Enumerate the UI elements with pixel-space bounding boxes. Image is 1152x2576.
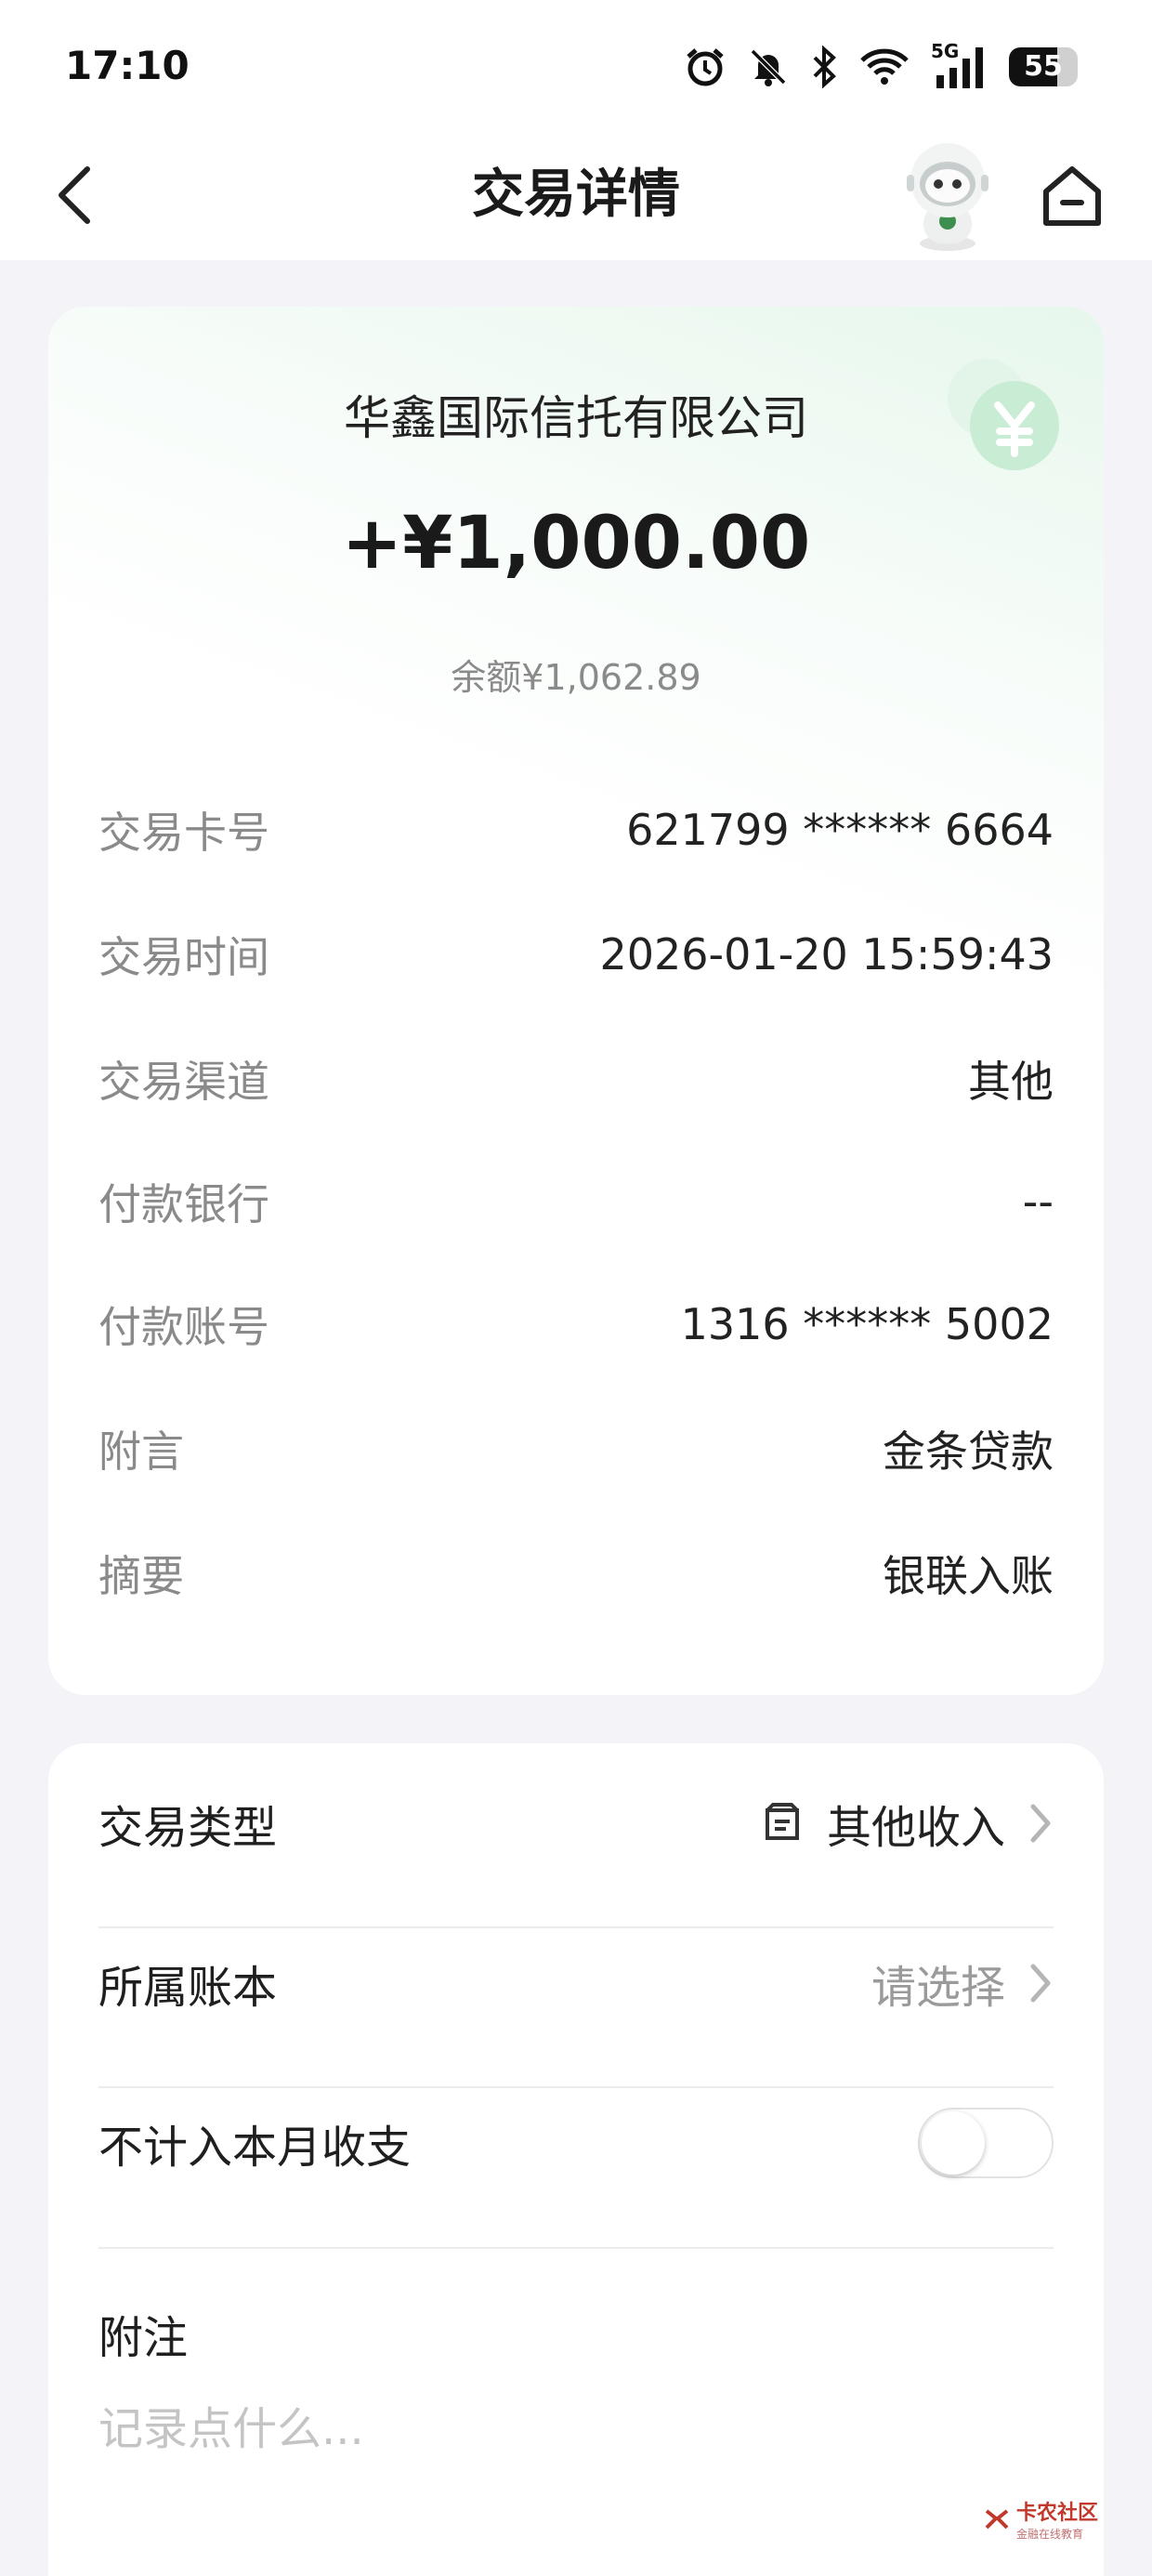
ledger-row[interactable]: 所属账本 请选择 bbox=[98, 1903, 1054, 2063]
detail-value: 1316 ****** 5002 bbox=[680, 1299, 1054, 1349]
detail-row-summary: 摘要 银联入账 bbox=[98, 1541, 1054, 1606]
transaction-type-value: 其他收入 bbox=[826, 1802, 1005, 1854]
detail-row-card-number: 交易卡号 621799 ****** 6664 bbox=[98, 797, 1054, 862]
exclude-month-label: 不计入本月收支 bbox=[98, 2122, 412, 2174]
note-label: 附注 bbox=[98, 2312, 189, 2364]
category-tag-icon bbox=[760, 1799, 805, 1847]
detail-row-payer-account: 付款账号 1316 ****** 5002 bbox=[98, 1292, 1054, 1357]
status-icons: 5G 55 bbox=[684, 40, 1078, 93]
detail-label: 付款账号 bbox=[98, 1302, 269, 1352]
detail-row-time: 交易时间 2026-01-20 15:59:43 bbox=[98, 922, 1054, 987]
ledger-label: 所属账本 bbox=[98, 1962, 278, 2014]
alarm-icon bbox=[684, 46, 727, 88]
home-button[interactable] bbox=[1033, 156, 1111, 234]
watermark-logo-icon bbox=[985, 2508, 1009, 2529]
watermark-text: 卡农社区 bbox=[1016, 2502, 1099, 2525]
ledger-value: 请选择 bbox=[871, 1962, 1005, 2014]
exclude-month-toggle[interactable] bbox=[918, 2108, 1054, 2178]
transaction-type-row[interactable]: 交易类型 其他收入 bbox=[98, 1743, 1054, 1903]
balance-text: 余额¥1,062.89 bbox=[451, 657, 701, 698]
watermark-sub: 金融在线教育 bbox=[1016, 2528, 1084, 2541]
watermark: 卡农社区 金融在线教育 bbox=[983, 2496, 1098, 2542]
detail-value: 金条贷款 bbox=[883, 1426, 1054, 1477]
detail-value: 其他 bbox=[968, 1057, 1054, 1107]
chevron-right-icon bbox=[1030, 1804, 1051, 1843]
mascot-robot-icon[interactable] bbox=[892, 134, 1003, 255]
detail-label: 交易时间 bbox=[98, 932, 269, 982]
note-input[interactable] bbox=[98, 2403, 1028, 2455]
status-time: 17:10 bbox=[65, 43, 190, 88]
payee-name: 华鑫国际信托有限公司 bbox=[344, 391, 808, 445]
transaction-card: 华鑫国际信托有限公司 +¥1,000.00 余额¥1,062.89 交易卡号 6… bbox=[48, 307, 1104, 1695]
battery-level: 55 bbox=[1024, 50, 1063, 83]
detail-row-payer-bank: 付款银行 -- bbox=[98, 1169, 1054, 1234]
bluetooth-icon bbox=[810, 46, 838, 88]
detail-label: 交易卡号 bbox=[98, 808, 269, 858]
detail-row-postscript: 附言 金条贷款 bbox=[98, 1416, 1054, 1481]
detail-label: 摘要 bbox=[98, 1551, 184, 1601]
transaction-type-label: 交易类型 bbox=[98, 1802, 278, 1854]
detail-label: 附言 bbox=[98, 1426, 184, 1477]
divider bbox=[98, 2247, 1054, 2249]
nav-bar: 交易详情 bbox=[0, 130, 1152, 260]
mute-bell-icon bbox=[747, 46, 790, 88]
detail-label: 交易渠道 bbox=[98, 1057, 269, 1107]
status-bar: 17:10 5G 55 bbox=[0, 0, 1152, 130]
toggle-knob bbox=[922, 2111, 985, 2175]
chevron-right-icon bbox=[1030, 1964, 1051, 2003]
detail-value: 银联入账 bbox=[883, 1551, 1054, 1601]
battery-icon: 55 bbox=[1009, 47, 1078, 86]
transaction-amount: +¥1,000.00 bbox=[341, 502, 811, 585]
detail-value: 621799 ****** 6664 bbox=[626, 805, 1054, 855]
detail-row-channel: 交易渠道 其他 bbox=[98, 1046, 1054, 1111]
exclude-month-row: 不计入本月收支 bbox=[98, 2063, 1054, 2223]
detail-value: 2026-01-20 15:59:43 bbox=[599, 929, 1054, 979]
detail-label: 付款银行 bbox=[98, 1179, 269, 1229]
home-icon bbox=[1043, 166, 1101, 226]
signal-5g-icon: 5G bbox=[931, 40, 988, 90]
settings-card: 交易类型 其他收入 所属账本 请选择 不计入本月收支 附注 bbox=[48, 1743, 1104, 2576]
detail-value: -- bbox=[1022, 1176, 1054, 1227]
wifi-icon bbox=[858, 46, 910, 88]
